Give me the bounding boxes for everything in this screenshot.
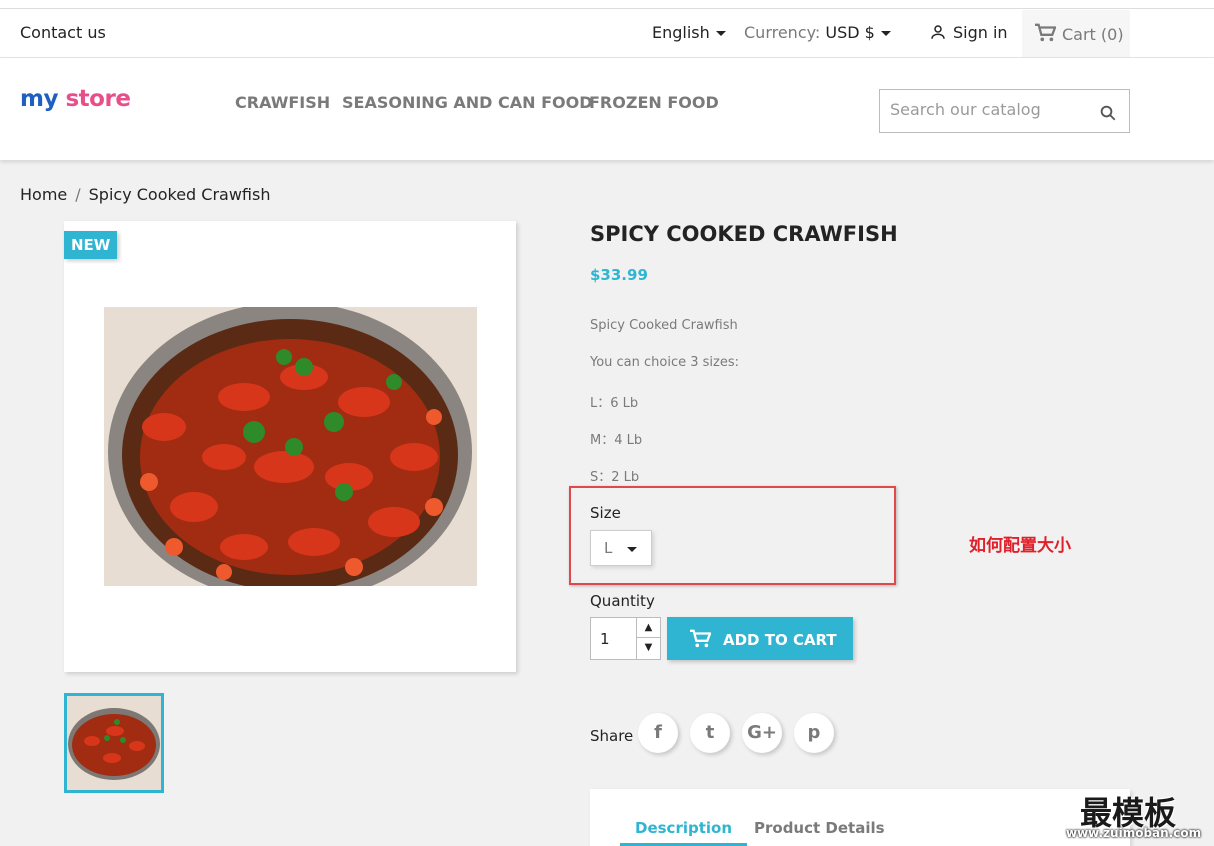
breadcrumb-home[interactable]: Home <box>20 185 67 204</box>
description-line: S：2 Lb <box>590 470 640 485</box>
crawfish-thumbnail-photo <box>67 696 161 790</box>
increment-icon[interactable]: ▲ <box>637 618 660 638</box>
crawfish-photo <box>104 307 477 586</box>
user-icon <box>931 25 945 39</box>
add-to-cart-label: ADD TO CART <box>723 631 837 649</box>
cart-icon <box>690 629 712 648</box>
sign-in-label: Sign in <box>953 23 1008 42</box>
search-box <box>879 89 1130 133</box>
breadcrumb-separator: / <box>75 185 81 204</box>
quantity-label: Quantity <box>590 592 655 610</box>
description-line: You can choice 3 sizes: <box>590 355 740 370</box>
quantity-value[interactable]: 1 <box>600 630 610 648</box>
currency-label: Currency: <box>744 23 821 42</box>
share-label: Share <box>590 727 634 745</box>
cart-icon <box>1035 23 1057 42</box>
browser-tabs-strip <box>0 0 1214 9</box>
nav-frozen-food[interactable]: FROZEN FOOD <box>589 93 719 112</box>
decrement-icon[interactable]: ▼ <box>637 638 660 658</box>
site-header: my store CRAWFISH SEASONING AND CAN FOOD… <box>0 58 1214 160</box>
google-plus-icon[interactable]: G+ <box>742 713 782 753</box>
quantity-spinner: ▲ ▼ <box>636 618 660 659</box>
add-to-cart-button[interactable]: ADD TO CART <box>667 617 853 660</box>
product-price: $33.99 <box>590 266 648 284</box>
currency-value: USD $ <box>825 23 875 42</box>
annotation-highlight-box <box>569 486 896 585</box>
cart-button[interactable]: Cart (0) <box>1022 10 1130 57</box>
currency-selector[interactable]: Currency: USD $ <box>744 23 891 42</box>
sign-in-link[interactable]: Sign in <box>929 23 1008 42</box>
breadcrumb: Home / Spicy Cooked Crawfish <box>20 185 270 204</box>
store-logo[interactable]: my store <box>20 86 131 112</box>
pinterest-icon[interactable]: p <box>794 713 834 753</box>
facebook-icon[interactable]: f <box>638 713 678 753</box>
search-input[interactable] <box>890 100 1090 119</box>
quantity-stepper[interactable]: 1 ▲ ▼ <box>590 617 661 660</box>
new-badge: NEW <box>64 231 118 259</box>
nav-crawfish[interactable]: CRAWFISH <box>235 93 330 112</box>
chevron-down-icon <box>715 31 726 36</box>
nav-seasoning-and-can-food[interactable]: SEASONING AND CAN FOOD <box>342 93 593 112</box>
tab-description[interactable]: Description <box>620 819 748 846</box>
twitter-icon[interactable]: t <box>690 713 730 753</box>
tab-product-details[interactable]: Product Details <box>754 819 885 837</box>
breadcrumb-current: Spicy Cooked Crawfish <box>88 185 271 204</box>
chevron-down-icon <box>880 31 891 36</box>
description-line: L：6 Lb <box>590 396 639 411</box>
watermark: 最模板 www.zuimoban.com <box>1062 786 1214 846</box>
contact-us-link[interactable]: Contact us <box>20 23 106 42</box>
description-line: M：4 Lb <box>590 433 643 448</box>
top-bar: Contact us English Currency: USD $ Sign … <box>0 9 1214 58</box>
cart-label: Cart (0) <box>1062 25 1124 44</box>
product-thumbnail[interactable] <box>64 693 164 793</box>
search-icon[interactable] <box>1099 104 1117 122</box>
logo-word-my: my <box>20 86 58 112</box>
product-cover-image[interactable]: NEW <box>64 221 516 672</box>
language-selector[interactable]: English <box>652 23 726 42</box>
product-tabs: Description Product Details <box>590 789 1130 846</box>
logo-word-store: store <box>65 86 131 112</box>
description-line: Spicy Cooked Crawfish <box>590 318 738 333</box>
watermark-url: www.zuimoban.com <box>1066 826 1202 840</box>
annotation-text: 如何配置大小 <box>969 536 1071 556</box>
product-title: SPICY COOKED CRAWFISH <box>590 222 898 246</box>
language-value: English <box>652 23 710 42</box>
